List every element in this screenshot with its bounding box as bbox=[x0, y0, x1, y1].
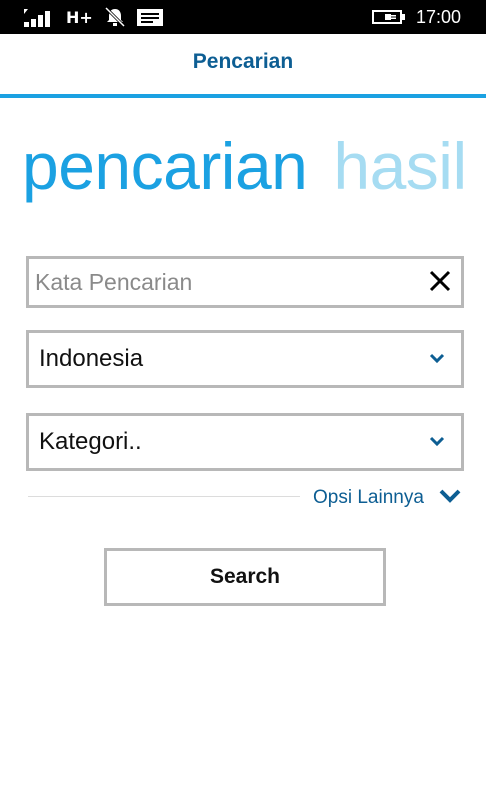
signal-icon bbox=[24, 9, 50, 27]
search-box bbox=[26, 256, 464, 308]
country-select-value: Indonesia bbox=[39, 345, 144, 372]
header-accent-bar bbox=[0, 94, 486, 98]
battery-charging-icon bbox=[372, 10, 405, 24]
more-options-link[interactable]: Opsi Lainnya bbox=[313, 487, 424, 509]
network-type: H+ bbox=[66, 8, 93, 27]
chevron-down-icon bbox=[429, 353, 445, 364]
close-icon[interactable] bbox=[429, 270, 451, 292]
options-divider bbox=[28, 496, 300, 497]
category-select-value: Kategori.. bbox=[39, 428, 142, 455]
chevron-down-icon[interactable] bbox=[438, 488, 462, 504]
search-button[interactable]: Search bbox=[104, 548, 386, 606]
clock-time: 17:00 bbox=[416, 7, 462, 27]
search-input[interactable] bbox=[29, 259, 415, 305]
pivot-item-pencarian[interactable]: pencarian bbox=[22, 129, 308, 203]
country-select[interactable]: Indonesia bbox=[26, 330, 464, 388]
bell-muted-icon bbox=[104, 7, 126, 27]
pivot-item-hasil[interactable]: hasil bbox=[333, 129, 467, 203]
status-bar: H+ 17:00 bbox=[0, 0, 486, 34]
page-title: Pencarian bbox=[192, 50, 294, 73]
chevron-down-icon bbox=[429, 436, 445, 447]
category-select[interactable]: Kategori.. bbox=[26, 413, 464, 471]
message-icon bbox=[137, 9, 163, 26]
app-header: Pencarian bbox=[0, 34, 486, 94]
pivot-header: pencarian hasil bbox=[22, 128, 467, 204]
